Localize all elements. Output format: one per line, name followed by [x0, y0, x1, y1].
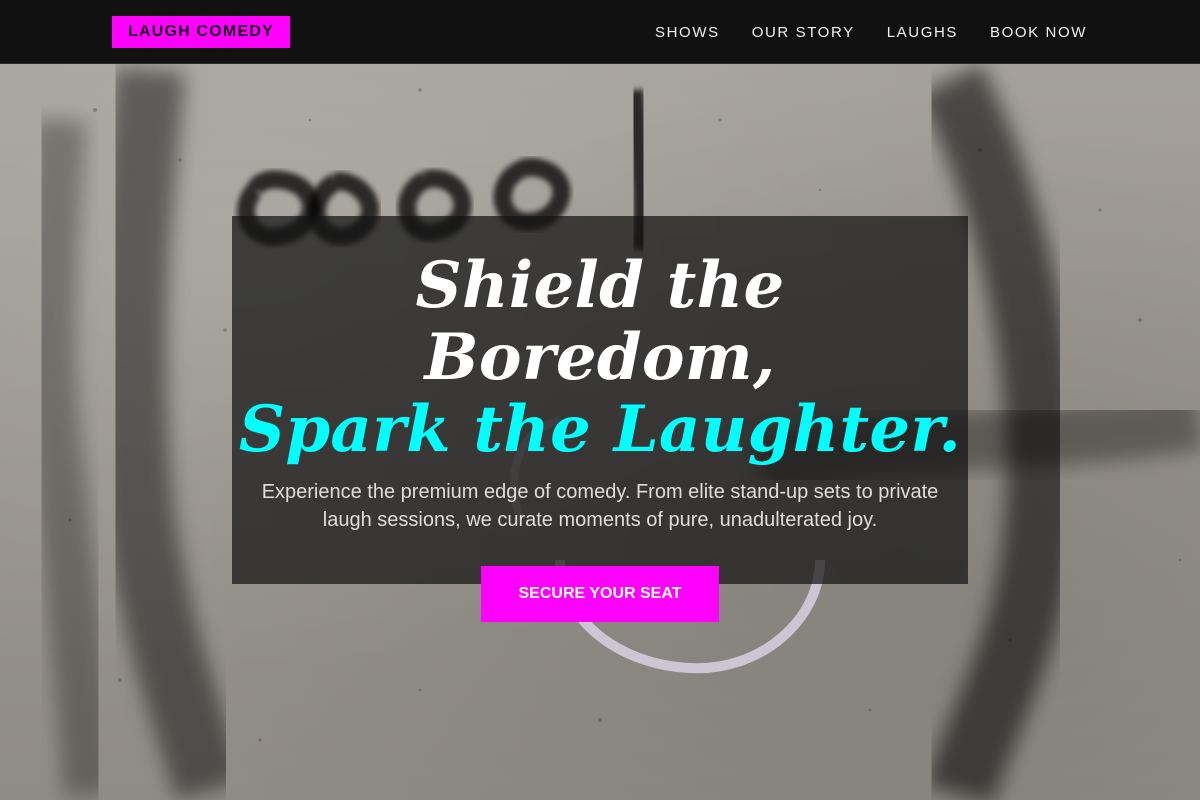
headline-line-2: Spark the Laughter.: [238, 392, 962, 467]
hero-card: Shield the Boredom, Spark the Laughter. …: [232, 216, 968, 622]
nav-link-shows[interactable]: SHOWS: [655, 24, 720, 41]
site-header: LAUGH COMEDY SHOWS OUR STORY LAUGHS BOOK…: [0, 0, 1200, 64]
headline-line-1: Shield the Boredom,: [415, 248, 785, 395]
nav-link-book-now[interactable]: BOOK NOW: [990, 24, 1087, 41]
landing-page: LAUGH COMEDY SHOWS OUR STORY LAUGHS BOOK…: [0, 0, 1200, 800]
hero-headline: Shield the Boredom, Spark the Laughter.: [232, 216, 968, 466]
brand-logo[interactable]: LAUGH COMEDY: [112, 16, 290, 48]
secure-your-seat-button[interactable]: SECURE YOUR SEAT: [481, 566, 719, 622]
nav-link-laughs[interactable]: LAUGHS: [887, 24, 958, 41]
top-navigation: SHOWS OUR STORY LAUGHS BOOK NOW: [655, 0, 1087, 64]
nav-link-our-story[interactable]: OUR STORY: [752, 24, 855, 41]
hero-subtitle: Experience the premium edge of comedy. F…: [261, 481, 939, 531]
